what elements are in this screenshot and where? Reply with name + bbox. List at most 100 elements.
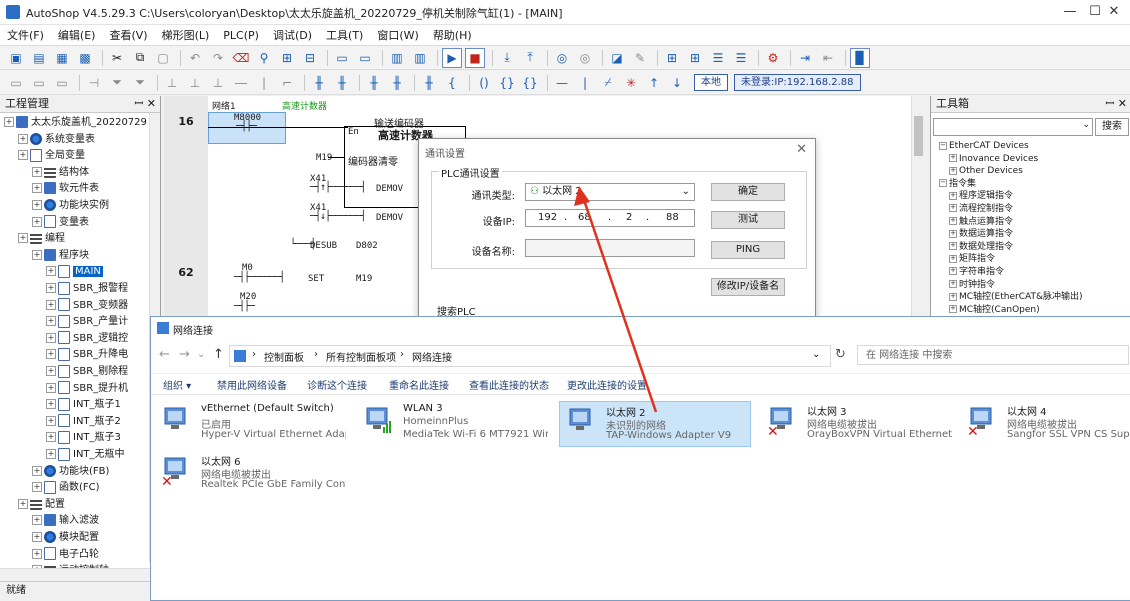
expand-toggle-icon[interactable]: +: [18, 498, 28, 509]
ip-octet-4[interactable]: 88: [666, 210, 679, 226]
test-button[interactable]: 测试: [711, 211, 785, 229]
change-settings-button[interactable]: 更改此连接的设置: [567, 377, 647, 392]
expand-toggle-icon[interactable]: +: [32, 532, 42, 542]
expand-toggle-icon[interactable]: +: [32, 515, 42, 526]
monitor-stop-icon[interactable]: ◎: [575, 48, 595, 68]
dialog-close-icon[interactable]: ✕: [796, 142, 807, 157]
network-icon[interactable]: ⊞: [277, 48, 297, 68]
expand-toggle-icon[interactable]: +: [949, 217, 957, 226]
device-ip-field[interactable]: 192 . 68 . 2 . 88: [525, 209, 695, 227]
project-tree-item[interactable]: + SBR_变频器: [46, 298, 128, 314]
project-tree-item[interactable]: + 配置: [18, 497, 65, 513]
expand-toggle-icon[interactable]: +: [32, 548, 42, 559]
network-connection-item[interactable]: WLAN 3 HomeinnPlus MediaTek Wi-Fi 6 MT7921…: [357, 401, 548, 445]
ok-button[interactable]: 确定: [711, 183, 785, 201]
login-status-button[interactable]: 未登录:IP:192.168.2.88: [734, 74, 861, 91]
expand-toggle-icon[interactable]: +: [949, 229, 957, 238]
diagnose-button[interactable]: 诊断这个连接: [307, 377, 367, 392]
project-tree-item[interactable]: + 电子凸轮: [32, 547, 99, 563]
toolbox-item[interactable]: + 数据处理指令: [939, 241, 1083, 254]
arrow-down-icon[interactable]: ↓: [667, 73, 687, 93]
contact-m20[interactable]: ─┤├─: [234, 301, 255, 312]
redo-icon[interactable]: ↷: [208, 48, 228, 68]
project-tree-item[interactable]: + INT_瓶子2: [46, 414, 121, 430]
project-tree-item[interactable]: + 模块配置: [32, 530, 99, 546]
forward-arrow-icon[interactable]: →: [179, 347, 190, 362]
project-tree-item[interactable]: + 函数(FC): [32, 480, 100, 496]
project-tree-item[interactable]: + 编程: [18, 231, 65, 247]
expand-toggle-icon[interactable]: +: [32, 482, 42, 493]
parallel-no-icon[interactable]: ╫: [364, 73, 384, 93]
fc-icon[interactable]: {}: [520, 73, 540, 93]
logout-icon[interactable]: ⇤: [818, 48, 838, 68]
rising-edge-icon[interactable]: ╫: [419, 73, 439, 93]
st-icon[interactable]: ▭: [52, 73, 72, 93]
invert-icon[interactable]: ⌿: [598, 73, 618, 93]
expand-toggle-icon[interactable]: +: [4, 117, 14, 127]
window2-icon[interactable]: ▭: [355, 48, 375, 68]
expand-toggle-icon[interactable]: +: [949, 191, 957, 200]
toolbox-item[interactable]: + 流程控制指令: [939, 203, 1083, 216]
toolbox-item[interactable]: + 矩阵指令: [939, 253, 1083, 266]
save-icon[interactable]: ▦: [52, 48, 72, 68]
hline2-icon[interactable]: —: [552, 73, 572, 93]
expand-toggle-icon[interactable]: +: [18, 150, 28, 161]
comm-type-select[interactable]: ⚇ 以太网 2 ⌄: [525, 183, 695, 201]
coil-icon[interactable]: (): [474, 73, 494, 93]
project-tree-item[interactable]: + SBR_产量计: [46, 314, 128, 330]
network-connection-item[interactable]: ✕以太网 4网络电缆被拔出Sangfor SSL VPN CS Support: [961, 401, 1130, 445]
paste-icon[interactable]: ▢: [153, 48, 173, 68]
edit-icon[interactable]: ✎: [630, 48, 650, 68]
project-tree-item[interactable]: + 程序块: [32, 248, 89, 264]
recent-chevron-icon[interactable]: ⌄: [197, 349, 205, 360]
project-tree-item[interactable]: + MAIN: [46, 264, 103, 280]
contact-x41-falling[interactable]: ─┤↓├──────┤: [310, 211, 366, 222]
disable-device-button[interactable]: 禁用此网络设备: [217, 377, 287, 392]
back-arrow-icon[interactable]: ←: [159, 347, 170, 362]
menu-edit[interactable]: 编辑(E): [51, 27, 103, 43]
expand-toggle-icon[interactable]: +: [949, 242, 957, 251]
up-arrow-icon[interactable]: ↑: [213, 347, 224, 362]
expand-toggle-icon[interactable]: +: [46, 399, 56, 410]
expand-toggle-icon[interactable]: +: [46, 366, 56, 376]
contact-no-icon[interactable]: ⊣: [84, 73, 104, 93]
expand-toggle-icon[interactable]: +: [949, 154, 957, 163]
arrow-up-icon[interactable]: ↑: [644, 73, 664, 93]
panel-icon[interactable]: ▉: [850, 47, 870, 68]
network-connection-item[interactable]: vEthernet (Default Switch) 已启用 Hyper-V Vir…: [155, 401, 346, 445]
menu-help[interactable]: 帮助(H): [426, 27, 479, 43]
save-all-icon[interactable]: ▩: [75, 48, 95, 68]
lad-mode-icon[interactable]: ▭: [6, 73, 26, 93]
delete-vline-icon[interactable]: ✳: [621, 73, 641, 93]
toolbox-item[interactable]: + 程序逻辑指令: [939, 190, 1083, 203]
list2-icon[interactable]: ☰: [731, 48, 751, 68]
project-tree-item[interactable]: + 结构体: [32, 165, 89, 181]
project-tree-item[interactable]: + 太太乐旋盖机_20220729: [4, 115, 147, 131]
project-tree-item[interactable]: + INT_瓶子1: [46, 397, 121, 413]
ip-octet-2[interactable]: 68: [578, 210, 591, 226]
network-connection-item[interactable]: ✕ 以太网 6 网络电缆被拔出 Realtek PCIe GbE Family Con…: [155, 451, 346, 495]
delete-line-icon[interactable]: ⊥: [208, 73, 228, 93]
close-button[interactable]: ✕: [1094, 0, 1130, 24]
address-bar[interactable]: › 控制面板 › 所有控制面板项 › 网络连接 ⌄: [229, 345, 831, 367]
monitor-icon[interactable]: ▥: [387, 48, 407, 68]
expand-toggle-icon[interactable]: +: [949, 204, 957, 213]
expand-toggle-icon[interactable]: +: [949, 267, 957, 276]
hline-icon[interactable]: ⊥: [162, 73, 182, 93]
branch-down-icon[interactable]: ⏷: [107, 73, 127, 93]
breadcrumb-all-items[interactable]: 所有控制面板项: [326, 349, 396, 364]
menu-window[interactable]: 窗口(W): [370, 27, 425, 43]
expand-toggle-icon[interactable]: +: [18, 233, 28, 244]
expand-toggle-icon[interactable]: +: [46, 415, 56, 426]
run-icon[interactable]: ▶: [442, 47, 462, 68]
toolbox-item[interactable]: + MC轴控(CanOpen): [939, 304, 1083, 316]
open-file-icon[interactable]: ▤: [29, 48, 49, 68]
ip-octet-1[interactable]: 192: [538, 210, 557, 226]
project-tree-item[interactable]: + SBR_提升机: [46, 381, 128, 397]
expand-toggle-icon[interactable]: +: [949, 280, 957, 289]
login-icon[interactable]: ⇥: [795, 48, 815, 68]
project-tree-item[interactable]: + 软元件表: [32, 181, 99, 197]
no-contact-icon[interactable]: ╫: [309, 73, 329, 93]
project-tree-item[interactable]: + 功能块(FB): [32, 464, 109, 480]
expand-toggle-icon[interactable]: +: [46, 332, 56, 343]
